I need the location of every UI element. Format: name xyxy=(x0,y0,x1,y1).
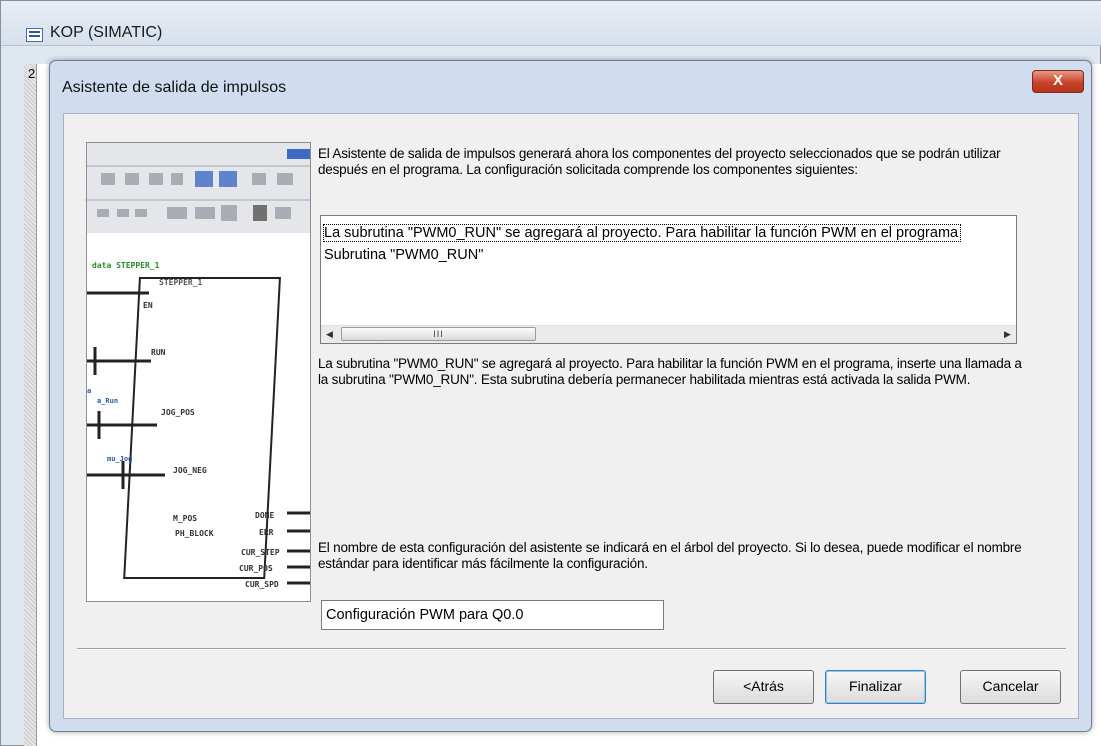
parent-window-title: KOP (SIMATIC) xyxy=(50,24,163,41)
scroll-thumb[interactable]: III xyxy=(341,327,536,341)
svg-text:a_Run: a_Run xyxy=(97,397,118,405)
svg-text:CUR_SPD: CUR_SPD xyxy=(245,580,279,589)
svg-text:CUR_POS: CUR_POS xyxy=(239,564,273,573)
close-button[interactable]: X xyxy=(1032,70,1084,93)
scroll-right-icon[interactable]: ▶ xyxy=(999,326,1016,343)
components-listbox[interactable]: La subrutina "PWM0_RUN" se agregará al p… xyxy=(320,215,1017,344)
detail-text: La subrutina "PWM0_RUN" se agregará al p… xyxy=(318,356,1022,387)
svg-text:DONE: DONE xyxy=(255,511,274,520)
horizontal-scrollbar[interactable]: ◀ III ▶ xyxy=(321,325,1016,343)
svg-text:mu_Jog: mu_Jog xyxy=(107,455,132,463)
intro-text: El Asistente de salida de impulsos gener… xyxy=(318,146,1001,177)
svg-text:JOG_NEG: JOG_NEG xyxy=(173,466,207,475)
wizard-illustration: STEPPER_1 data STEPPER_1 EN RUN JOG_POS … xyxy=(86,142,311,602)
separator xyxy=(77,648,1066,650)
cancel-button[interactable]: Cancelar xyxy=(960,670,1061,704)
svg-text:JOG_POS: JOG_POS xyxy=(161,408,195,417)
name-info-text: El nombre de esta configuración del asis… xyxy=(318,540,1022,571)
svg-text:EN: EN xyxy=(143,301,153,310)
svg-text:PH_BLOCK: PH_BLOCK xyxy=(175,529,214,538)
parent-titlebar xyxy=(1,1,1101,46)
svg-text:a: a xyxy=(87,387,91,395)
svg-text:M_POS: M_POS xyxy=(173,514,197,523)
parent-left-gutter xyxy=(24,64,37,746)
list-item[interactable]: Subrutina "PWM0_RUN" xyxy=(324,247,483,263)
svg-text:ERR: ERR xyxy=(259,528,274,537)
svg-text:STEPPER_1: STEPPER_1 xyxy=(159,278,203,287)
config-name-field[interactable] xyxy=(321,600,664,630)
ladder-editor-icon xyxy=(26,28,43,42)
back-button[interactable]: <Atrás xyxy=(713,670,814,704)
svg-text:data STEPPER_1: data STEPPER_1 xyxy=(92,261,160,270)
finish-button[interactable]: Finalizar xyxy=(825,670,926,704)
ladder-diagram-image: STEPPER_1 data STEPPER_1 EN RUN JOG_POS … xyxy=(87,143,310,601)
list-item[interactable]: La subrutina "PWM0_RUN" se agregará al p… xyxy=(322,224,962,242)
svg-text:CUR_STEP: CUR_STEP xyxy=(241,548,280,557)
svg-text:RUN: RUN xyxy=(151,348,166,357)
scroll-left-icon[interactable]: ◀ xyxy=(321,326,338,343)
parent-row-number: 2 xyxy=(28,66,36,81)
dialog-title: Asistente de salida de impulsos xyxy=(62,79,287,96)
